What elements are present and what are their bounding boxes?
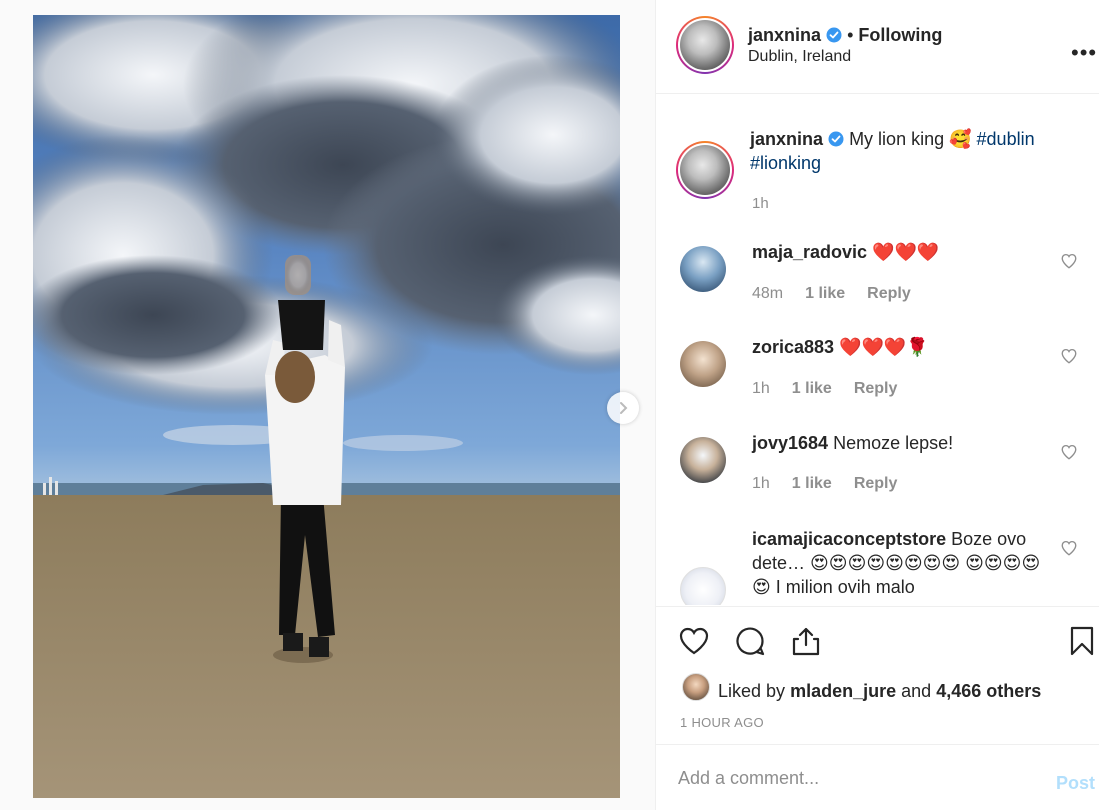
commenter-username[interactable]: icamajicaconceptstore — [752, 529, 946, 549]
comment-meta: 1h 1 like Reply — [752, 475, 897, 493]
like-comment-heart-icon[interactable] — [1060, 347, 1078, 365]
next-slide-button[interactable] — [607, 392, 639, 424]
like-comment-heart-icon[interactable] — [1060, 539, 1078, 557]
caption-time[interactable]: 1h — [752, 195, 769, 212]
post-timestamp[interactable]: 1 HOUR AGO — [680, 715, 764, 730]
commenter-avatar[interactable] — [680, 246, 726, 292]
comment-text: ❤️❤️❤️🌹 — [839, 337, 929, 357]
caption-username[interactable]: janxnina — [750, 129, 823, 149]
photo-scene — [33, 15, 620, 798]
comment-time[interactable]: 1h — [752, 380, 770, 397]
comment-meta: 1h 1 like Reply — [752, 380, 897, 398]
like-comment-heart-icon[interactable] — [1060, 443, 1078, 461]
comment-body: zorica883 ❤️❤️❤️🌹 — [752, 335, 1042, 359]
photo-panel — [0, 0, 655, 810]
comment-time[interactable]: 48m — [752, 285, 783, 302]
comment-body: maja_radovic ❤️❤️❤️ — [752, 240, 1042, 264]
verified-badge-icon — [828, 131, 844, 147]
liked-joiner: and — [901, 681, 932, 701]
liker-avatar[interactable] — [682, 673, 710, 701]
hashtag-link[interactable]: #dublin — [977, 129, 1035, 149]
author-avatar[interactable] — [676, 16, 734, 74]
comment-time[interactable]: 1h — [752, 475, 770, 492]
reply-button[interactable]: Reply — [854, 475, 898, 492]
comment-body: jovy1684 Nemoze lepse! — [752, 431, 1042, 455]
reply-button[interactable]: Reply — [854, 380, 898, 397]
commenter-username[interactable]: zorica883 — [752, 337, 834, 357]
comment-like-count[interactable]: 1 like — [792, 475, 832, 492]
post-caption: janxnina My lion king 🥰 #dublin #lionkin… — [750, 127, 1080, 175]
author-username[interactable]: janxnina — [748, 25, 821, 45]
post-photo[interactable] — [33, 15, 620, 798]
likes-count[interactable]: 4,466 others — [936, 681, 1041, 701]
save-bookmark-icon[interactable] — [1066, 625, 1098, 657]
verified-badge-icon — [826, 27, 842, 43]
post-location[interactable]: Dublin, Ireland — [748, 48, 851, 66]
comment-meta: 48m 1 like Reply — [752, 285, 911, 303]
liked-by-label: Liked by — [718, 681, 786, 701]
following-button[interactable]: Following — [858, 25, 942, 45]
commenter-avatar[interactable] — [680, 567, 726, 605]
add-comment-bar: Post — [656, 744, 1099, 810]
comment-like-count[interactable]: 1 like — [792, 380, 832, 397]
post-actions: Liked by mladen_jure and 4,466 others 1 … — [656, 606, 1099, 743]
hashtag-link[interactable]: #lionking — [750, 153, 821, 173]
comment-input[interactable] — [678, 763, 1008, 793]
liker-username[interactable]: mladen_jure — [790, 681, 896, 701]
reply-button[interactable]: Reply — [867, 285, 911, 302]
comment-like-count[interactable]: 1 like — [805, 285, 845, 302]
commenter-username[interactable]: jovy1684 — [752, 433, 828, 453]
comment-bubble-icon[interactable] — [734, 625, 766, 657]
author-line: janxnina • Following — [748, 25, 942, 46]
comment-text: Nemoze lepse! — [833, 433, 954, 453]
like-comment-heart-icon[interactable] — [1060, 252, 1078, 270]
more-options-icon[interactable]: ••• — [1071, 40, 1097, 66]
comment-text: ❤️❤️❤️ — [872, 242, 940, 262]
commenter-avatar[interactable] — [680, 341, 726, 387]
caption-text: My lion king 🥰 — [849, 129, 972, 149]
comments-section: janxnina My lion king 🥰 #dublin #lionkin… — [656, 95, 1099, 605]
post-comment-button[interactable]: Post — [1056, 773, 1095, 794]
commenter-username[interactable]: maja_radovic — [752, 242, 867, 262]
caption-avatar[interactable] — [676, 141, 734, 199]
chevron-right-icon — [620, 402, 628, 414]
post-header: janxnina • Following Dublin, Ireland ••• — [656, 0, 1099, 94]
like-heart-icon[interactable] — [678, 625, 710, 657]
separator-dot: • — [847, 25, 854, 45]
commenter-avatar[interactable] — [680, 437, 726, 483]
likes-summary: Liked by mladen_jure and 4,466 others — [718, 681, 1041, 702]
comment-body: icamajicaconceptstore Boze ovo dete… 😍😍😍… — [752, 527, 1052, 599]
share-icon[interactable] — [790, 625, 822, 657]
post-side-panel: janxnina • Following Dublin, Ireland •••… — [655, 0, 1099, 810]
